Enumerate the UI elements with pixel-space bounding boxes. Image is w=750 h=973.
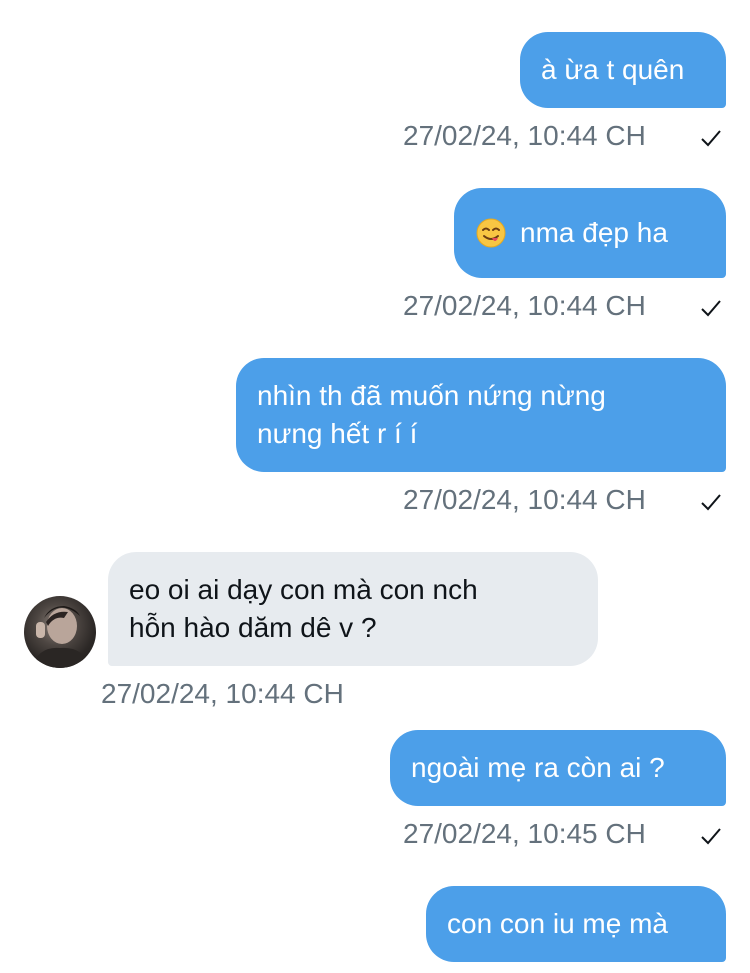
- message-bubble-outgoing[interactable]: nhìn th đã muốn nứng nừng nưng hết r í í: [236, 358, 726, 472]
- message-bubble-outgoing[interactable]: con con iu mẹ mà: [426, 886, 726, 962]
- message-text-line: eo oi ai dạy con mà con nch: [129, 574, 478, 605]
- message-timestamp: 27/02/24, 10:44 CH: [403, 484, 646, 515]
- message-text-line: nhìn th đã muốn nứng nừng: [257, 380, 606, 411]
- message-text: nma đẹp ha: [520, 217, 668, 248]
- sent-check-icon: [701, 130, 721, 147]
- message-text-line: hỗn hào dăm dê v ?: [129, 612, 377, 643]
- message-bubble-outgoing[interactable]: ngoài mẹ ra còn ai ?: [390, 730, 726, 806]
- sent-check-icon: [701, 300, 721, 317]
- sent-check-icon: [701, 494, 721, 511]
- message-text: ngoài mẹ ra còn ai ?: [411, 752, 665, 783]
- sender-avatar[interactable]: [24, 596, 96, 668]
- message-bubble-outgoing[interactable]: nma đẹp ha: [454, 188, 726, 278]
- face-savoring-food-emoji: [476, 218, 506, 248]
- message-timestamp: 27/02/24, 10:44 CH: [101, 678, 344, 709]
- avatar-photo: [32, 606, 90, 668]
- message-bubble-outgoing[interactable]: à ừa t quên: [520, 32, 726, 108]
- message-text: à ừa t quên: [541, 54, 685, 85]
- message-timestamp: 27/02/24, 10:45 CH: [403, 818, 646, 849]
- message-bubble-incoming[interactable]: eo oi ai dạy con mà con nch hỗn hào dăm …: [108, 552, 598, 666]
- message-text-line: nưng hết r í í: [257, 418, 418, 449]
- message-timestamp: 27/02/24, 10:44 CH: [403, 120, 646, 151]
- sent-check-icon: [701, 828, 721, 845]
- message-text: con con iu mẹ mà: [447, 908, 668, 939]
- message-timestamp: 27/02/24, 10:44 CH: [403, 290, 646, 321]
